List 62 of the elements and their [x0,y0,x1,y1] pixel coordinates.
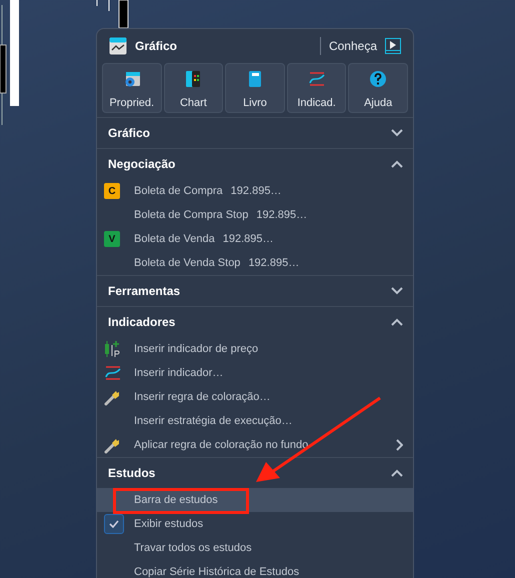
indicator-icon [104,364,122,382]
item-label: Copiar Série Histórica de Estudos [134,566,300,578]
menu-item[interactable]: Travar todos os estudos [97,536,413,560]
menu-item[interactable]: C Boleta de Compra 192.895… [97,179,413,203]
toolbar-button[interactable]: Ajuda [348,63,408,113]
menu-item[interactable]: Barra de estudos [97,488,413,512]
item-label: Boleta de Venda [134,233,215,245]
section-header[interactable]: Ferramentas [97,276,413,306]
chevron-down-icon [391,287,403,295]
menu-item[interactable]: Inserir regra de coloração… [97,385,413,409]
section-header[interactable]: Negociação [97,149,413,179]
menu-item[interactable]: V Boleta de Venda 192.895… [97,227,413,251]
item-label: Exibir estudos [134,518,204,530]
price-value: 192.895… [222,233,274,245]
chart-layout-icon [184,70,202,88]
price-value: 192.895… [230,185,282,197]
section-header[interactable]: Estudos [97,458,413,488]
menu-item[interactable]: Aplicar regra de coloração no fundo [97,433,413,457]
price-indicator-icon [104,340,122,358]
section-header[interactable]: Indicadores [97,307,413,337]
section-header[interactable]: Gráfico [97,118,413,148]
chevron-up-icon [391,469,403,477]
item-label: Travar todos os estudos [134,542,252,554]
item-label: Boleta de Compra Stop [134,209,248,221]
menu-item[interactable]: Copiar Série Histórica de Estudos [97,560,413,578]
menu-item[interactable]: Boleta de Compra Stop 192.895… [97,203,413,227]
candle-wick [96,0,98,6]
checkmark-icon [109,520,119,528]
help-icon [369,70,388,88]
candle-wick [108,0,110,12]
toolbar-button[interactable]: Propried. [102,63,162,113]
order-badge: V [104,231,120,247]
menu-item[interactable]: Inserir estratégia de execução… [97,409,413,433]
item-label: Aplicar regra de coloração no fundo [134,439,308,451]
item-label: Inserir indicador… [134,367,224,379]
item-label: Inserir estratégia de execução… [134,415,292,427]
toolbar-button[interactable]: Livro [225,63,285,113]
settings-icon [122,70,141,88]
chevron-up-icon [391,160,403,168]
menu-item[interactable]: Boleta de Venda Stop 192.895… [97,251,413,275]
toolbar-button[interactable]: Indicad. [286,63,346,113]
price-value: 192.895… [256,209,308,221]
price-value: 192.895… [248,257,300,269]
tour-link[interactable]: Conheça [328,39,377,53]
menu-item[interactable]: Inserir indicador de preço [97,337,413,361]
toolbar-button[interactable]: Chart [164,63,224,113]
item-label: Inserir indicador de preço [134,343,258,355]
candlestick [118,0,128,28]
item-label: Boleta de Venda Stop [134,257,240,269]
video-play-icon[interactable] [385,38,401,54]
item-label: Barra de estudos [134,494,218,506]
item-label: Inserir regra de coloração… [134,391,270,403]
order-badge: C [104,183,120,199]
chevron-down-icon [391,129,403,137]
checkbox[interactable] [104,514,124,534]
menu-item[interactable]: Exibir estudos [97,512,413,536]
chevron-up-icon [391,318,403,326]
item-label: Boleta de Compra [134,185,223,197]
menu-item[interactable]: Inserir indicador… [97,361,413,385]
chart-icon [109,37,127,55]
indicator-icon [308,70,326,88]
panel-title: Gráfico [135,39,178,53]
